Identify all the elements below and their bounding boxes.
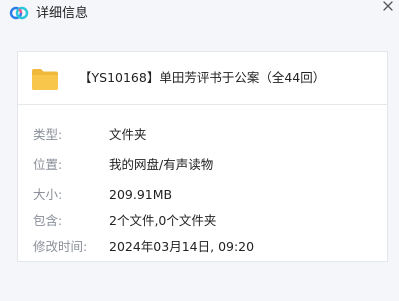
detail-row-location: 位置: 我的网盘/有声读物 — [18, 155, 387, 175]
file-name: 【YS10168】单田芳评书于公案（全44回） — [79, 70, 326, 85]
modified-time-label: 修改时间: — [33, 239, 88, 254]
size-label: 大小: — [33, 187, 63, 202]
close-icon[interactable] — [380, 0, 396, 16]
detail-row-size: 大小: 209.91MB — [18, 185, 387, 205]
title-bar: 详细信息 — [0, 0, 399, 30]
details-card: 【YS10168】单田芳评书于公案（全44回） 类型: 文件夹 位置: 我的网盘… — [17, 51, 388, 262]
cloud-logo-icon — [9, 6, 29, 20]
folder-icon — [32, 69, 58, 90]
contains-value: 2个文件,0个文件夹 — [109, 213, 217, 228]
file-header: 【YS10168】单田芳评书于公案（全44回） — [18, 52, 387, 105]
location-label: 位置: — [33, 157, 63, 172]
window-title: 详细信息 — [36, 6, 89, 21]
type-value: 文件夹 — [109, 127, 147, 142]
detail-row-contains: 包含: 2个文件,0个文件夹 — [18, 211, 387, 231]
detail-row-type: 类型: 文件夹 — [18, 125, 387, 145]
location-value: 我的网盘/有声读物 — [109, 157, 214, 172]
size-value: 209.91MB — [109, 187, 173, 202]
type-label: 类型: — [33, 127, 63, 142]
detail-row-modified: 修改时间: 2024年03月14日, 09:20 — [18, 237, 387, 257]
contains-label: 包含: — [33, 213, 63, 228]
modified-time-value: 2024年03月14日, 09:20 — [109, 239, 255, 254]
